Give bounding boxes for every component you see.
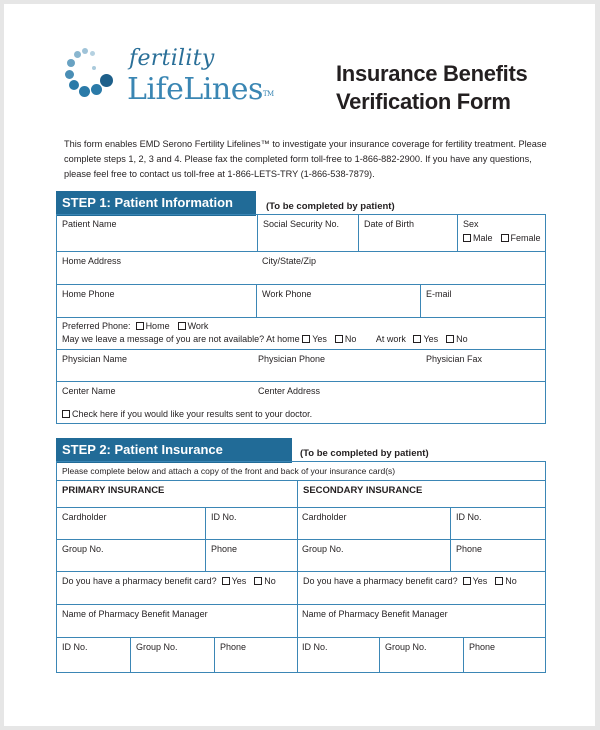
primary-pbm-name-field[interactable]: Name of Pharmacy Benefit Manager: [57, 605, 297, 637]
step1-grid: Patient Name Social Security No. Date of…: [56, 214, 546, 424]
send-results-checkbox[interactable]: [62, 410, 70, 418]
step1-row-6: Center Name Center Address Check here if…: [57, 381, 545, 423]
form-page: fertility LifeLinesTM Insurance Benefits…: [4, 4, 595, 726]
primary-pbm-phone-field[interactable]: Phone: [214, 638, 297, 672]
step1-row-5: Physician Name Physician Phone Physician…: [57, 349, 545, 381]
physician-name-field[interactable]: Physician Name: [57, 350, 253, 381]
pharmacy-card-row: Do you have a pharmacy benefit card? Yes…: [57, 571, 545, 604]
insurance-header-row: PRIMARY INSURANCE SECONDARY INSURANCE: [57, 480, 545, 507]
secondary-phone-field[interactable]: Phone: [450, 540, 545, 571]
at-work-no-checkbox[interactable]: [446, 335, 455, 343]
at-work-yes-checkbox[interactable]: [413, 335, 422, 343]
primary-id-field[interactable]: ID No.: [205, 508, 297, 539]
sex-field: Sex Male Female: [457, 215, 545, 251]
work-phone-field[interactable]: Work Phone: [256, 285, 420, 317]
step2-header: STEP 2: Patient Insurance Information: [56, 438, 292, 481]
secondary-id-field[interactable]: ID No.: [450, 508, 545, 539]
step2-note: (To be completed by patient): [300, 448, 429, 459]
secondary-pharmacy-question: Do you have a pharmacy benefit card? Yes…: [303, 576, 517, 586]
sex-male-option[interactable]: Male: [463, 233, 493, 243]
patient-name-field[interactable]: Patient Name: [57, 215, 257, 251]
at-home-yes-checkbox[interactable]: [302, 335, 311, 343]
step1-row-3: Home Phone Work Phone E-mail: [57, 284, 545, 317]
home-phone-field[interactable]: Home Phone: [57, 285, 256, 317]
email-field[interactable]: E-mail: [420, 285, 545, 317]
pbm-details-row: ID No. Group No. Phone ID No. Group No. …: [57, 637, 545, 672]
primary-cardholder-field[interactable]: Cardholder: [57, 508, 205, 539]
logo-text-lifelines: LifeLinesTM: [127, 72, 274, 107]
secondary-pharmacy-yes-checkbox[interactable]: [462, 577, 471, 585]
dotted-circle-logo-icon: [64, 46, 124, 116]
step2-grid: Please complete below and attach a copy …: [56, 461, 546, 673]
secondary-pharmacy-no-checkbox[interactable]: [495, 577, 504, 585]
home-address-field[interactable]: Home Address: [57, 252, 257, 284]
physician-phone-field[interactable]: Physician Phone: [253, 350, 421, 381]
city-state-zip-field[interactable]: City/State/Zip: [257, 252, 545, 284]
step1-row-2: Home Address City/State/Zip: [57, 251, 545, 284]
preferred-phone-label: Preferred Phone:: [62, 321, 131, 331]
secondary-insurance-label: SECONDARY INSURANCE: [303, 485, 423, 496]
secondary-pbm-name-field[interactable]: Name of Pharmacy Benefit Manager: [297, 605, 545, 637]
ssn-field[interactable]: Social Security No.: [257, 215, 358, 251]
pbm-name-row: Name of Pharmacy Benefit Manager Name of…: [57, 604, 545, 637]
fertility-lifelines-logo: fertility LifeLinesTM: [64, 46, 274, 116]
male-checkbox[interactable]: [463, 234, 471, 242]
secondary-pbm-id-field[interactable]: ID No.: [297, 638, 379, 672]
dob-field[interactable]: Date of Birth: [358, 215, 457, 251]
preferred-home-checkbox[interactable]: [135, 322, 144, 330]
at-home-no-checkbox[interactable]: [334, 335, 343, 343]
step1-row-4: Preferred Phone: Home Work May we leave a…: [57, 317, 545, 349]
logo-text-fertility: fertility: [129, 46, 215, 71]
group-row: Group No. Phone Group No. Phone: [57, 539, 545, 571]
at-work-label: At work: [375, 334, 406, 344]
send-results-option[interactable]: Check here if you would like your result…: [62, 409, 312, 419]
secondary-pbm-phone-field[interactable]: Phone: [463, 638, 545, 672]
preferred-work-checkbox[interactable]: [177, 322, 186, 330]
step2-instructions-row: Please complete below and attach a copy …: [62, 466, 396, 476]
primary-pbm-group-field[interactable]: Group No.: [130, 638, 214, 672]
female-checkbox[interactable]: [500, 234, 509, 242]
step1-note: (To be completed by patient): [266, 201, 395, 212]
primary-group-field[interactable]: Group No.: [57, 540, 205, 571]
intro-text: This form enables EMD Serono Fertility L…: [64, 139, 547, 179]
primary-pbm-id-field[interactable]: ID No.: [57, 638, 130, 672]
secondary-pbm-group-field[interactable]: Group No.: [379, 638, 463, 672]
secondary-cardholder-field[interactable]: Cardholder: [297, 508, 450, 539]
primary-pharmacy-no-checkbox[interactable]: [254, 577, 263, 585]
cardholder-row: Cardholder ID No. Cardholder ID No.: [57, 507, 545, 539]
primary-pharmacy-question: Do you have a pharmacy benefit card? Yes…: [62, 576, 276, 586]
form-title: Insurance Benefits Verification Form: [336, 61, 528, 114]
physician-fax-field[interactable]: Physician Fax: [421, 350, 545, 381]
secondary-group-field[interactable]: Group No.: [297, 540, 450, 571]
preferred-home-option[interactable]: Home: [135, 321, 170, 331]
primary-insurance-label: PRIMARY INSURANCE: [62, 485, 165, 496]
step1-row-1: Patient Name Social Security No. Date of…: [57, 215, 545, 251]
sex-female-option[interactable]: Female: [500, 233, 541, 243]
primary-pharmacy-yes-checkbox[interactable]: [221, 577, 230, 585]
primary-phone-field[interactable]: Phone: [205, 540, 297, 571]
preferred-work-option[interactable]: Work: [177, 321, 208, 331]
step1-header: STEP 1: Patient Information: [56, 191, 256, 216]
message-question: May we leave a message of you are not av…: [62, 334, 265, 344]
at-home-label: At home: [266, 334, 300, 344]
